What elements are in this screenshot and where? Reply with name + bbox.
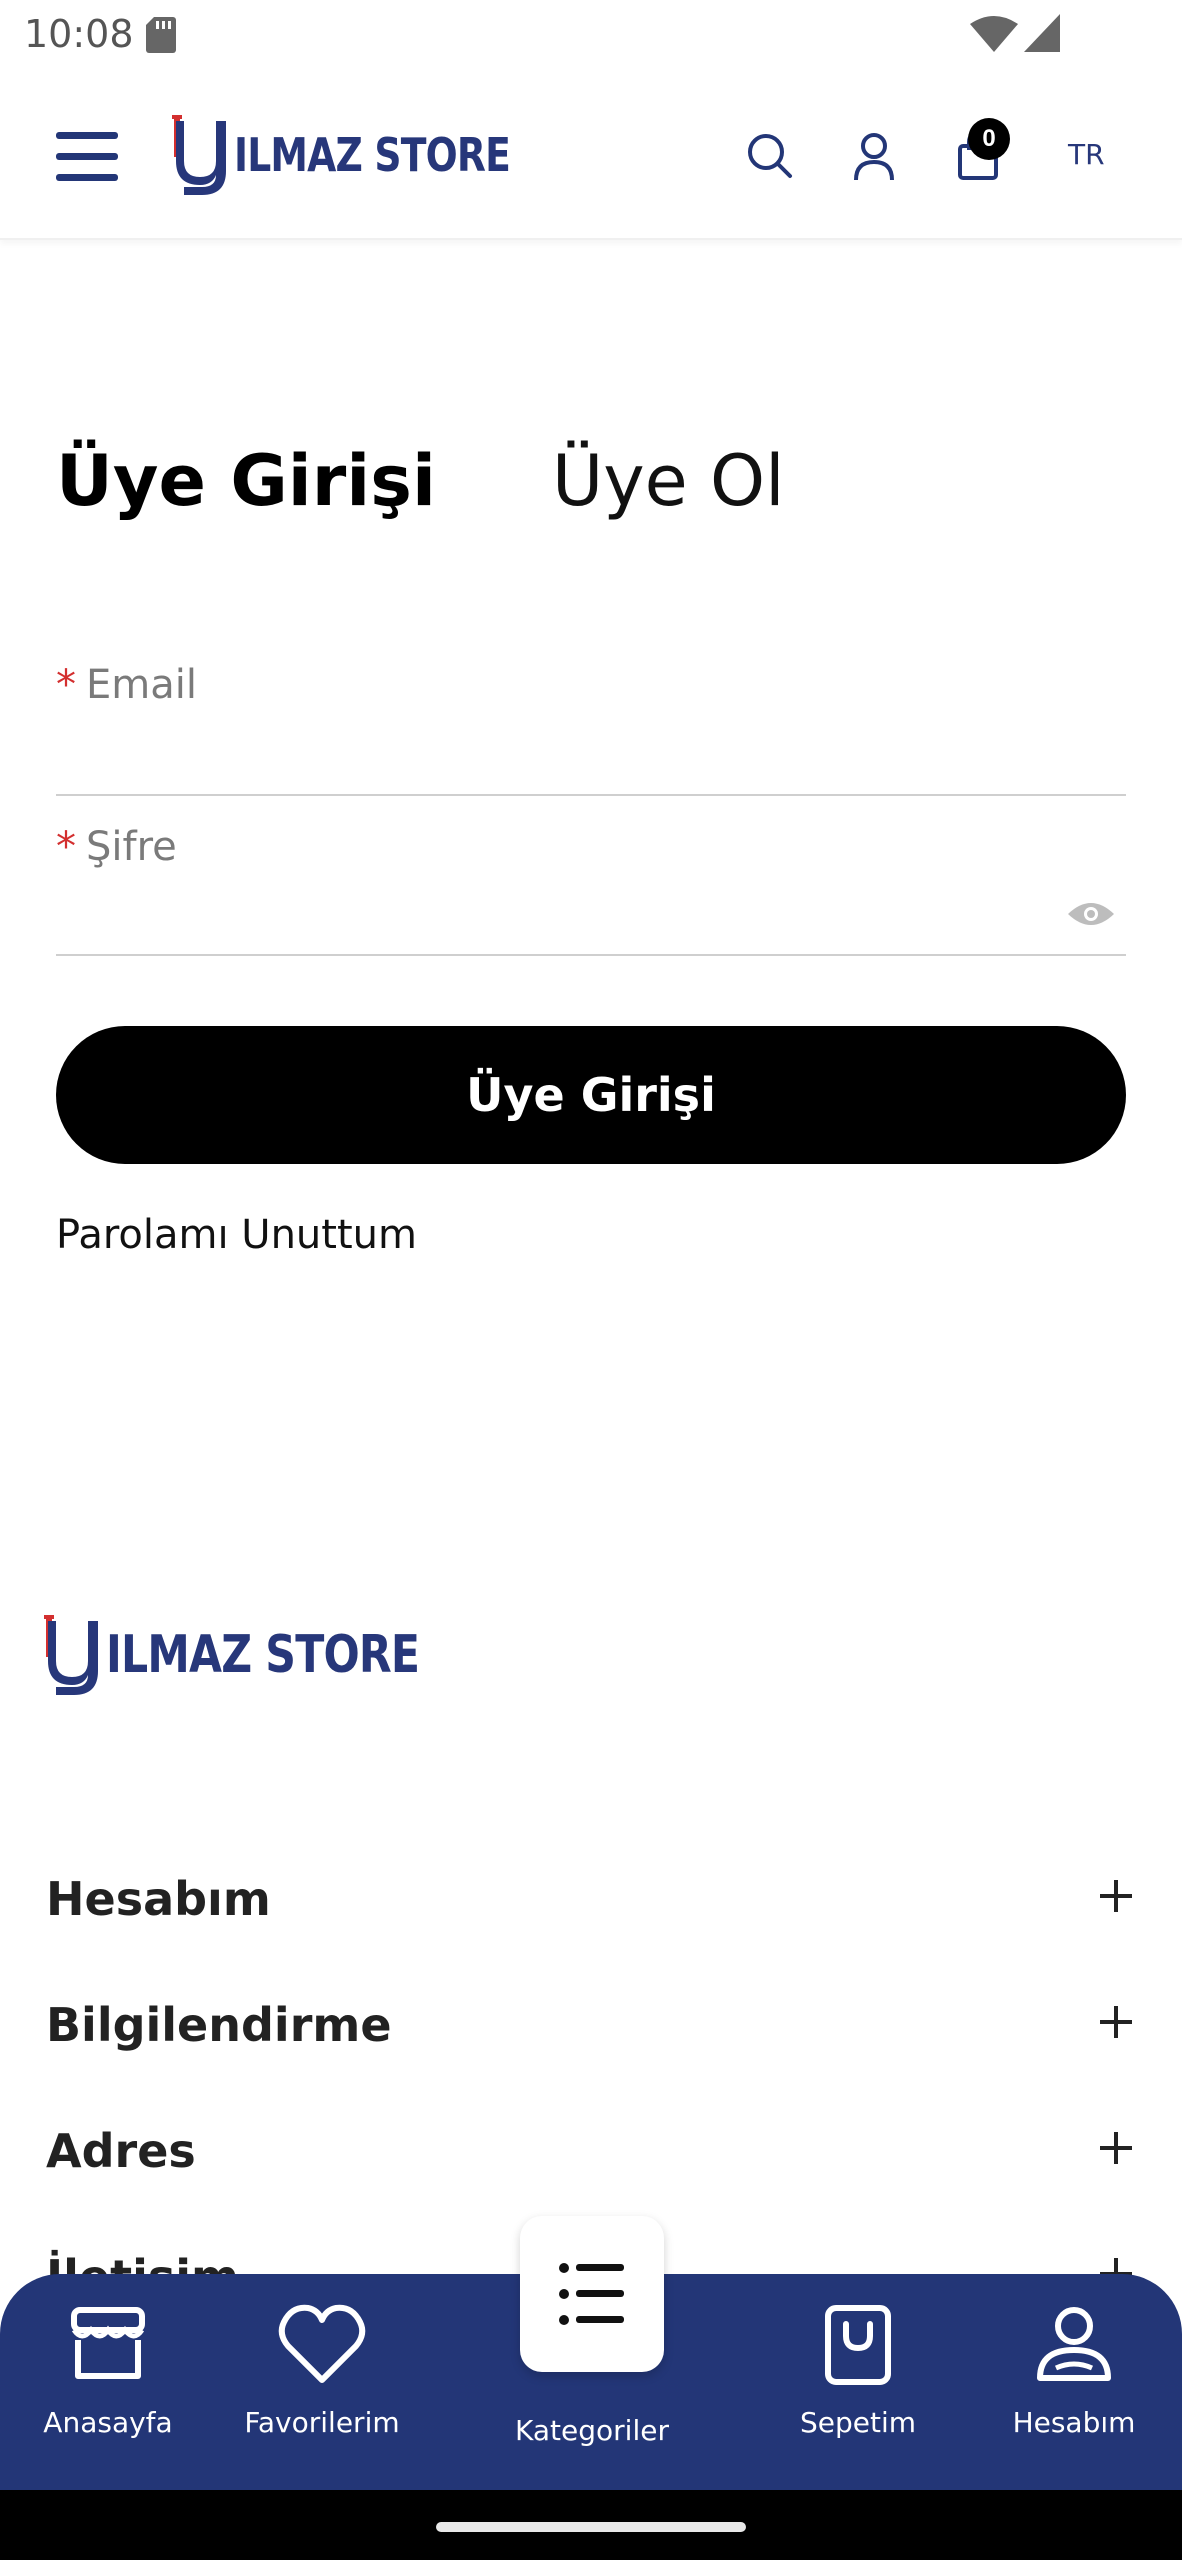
footer-section-address[interactable]: Adres: [46, 2110, 1136, 2200]
logo-mark-icon: [44, 1615, 98, 1695]
required-marker: *: [56, 824, 76, 870]
nav-favorites[interactable]: Favorilerim: [222, 2274, 422, 2490]
email-input[interactable]: [56, 732, 1126, 788]
password-field[interactable]: * Şifre: [56, 812, 1126, 956]
password-input[interactable]: [56, 892, 1126, 948]
footer-section-title: Hesabım: [46, 1872, 271, 1926]
eye-icon[interactable]: [1066, 898, 1116, 930]
required-marker: *: [56, 662, 76, 708]
categories-button-box[interactable]: [520, 2216, 664, 2372]
footer-logo[interactable]: ILMAZ STORE: [44, 1612, 488, 1698]
nav-label: Sepetim: [799, 2406, 917, 2439]
account-icon: [1037, 2307, 1111, 2381]
login-submit-button[interactable]: Üye Girişi: [56, 1026, 1126, 1164]
status-bar: 10:08: [0, 0, 1182, 70]
footer-section-title: Adres: [46, 2124, 196, 2178]
shopping-bag-icon: [825, 2305, 891, 2385]
nav-label: Favorilerim: [244, 2406, 400, 2439]
sd-card-icon: [146, 17, 176, 53]
nav-label: Kategoriler: [515, 2414, 669, 2447]
email-field[interactable]: * Email: [56, 650, 1126, 796]
site-header: ILMAZ STORE 0 TR: [0, 70, 1182, 240]
search-icon[interactable]: [742, 128, 798, 184]
nav-account[interactable]: Hesabım: [974, 2274, 1174, 2490]
nav-cart[interactable]: Sepetim: [758, 2274, 958, 2490]
footer-section-information[interactable]: Bilgilendirme: [46, 1984, 1136, 2074]
email-label: * Email: [56, 662, 197, 708]
menu-icon[interactable]: [56, 130, 118, 184]
heart-icon: [278, 2304, 366, 2383]
logo-text: ILMAZ STORE: [234, 128, 511, 182]
store-icon: [71, 2307, 145, 2379]
password-label-text: Şifre: [86, 824, 177, 870]
cart-count-badge: 0: [968, 118, 1010, 160]
tab-login[interactable]: Üye Girişi: [56, 440, 436, 522]
nav-home[interactable]: Anasayfa: [8, 2274, 208, 2490]
tab-register[interactable]: Üye Ol: [552, 440, 785, 522]
plus-icon: [1100, 2006, 1132, 2038]
plus-icon: [1100, 2132, 1132, 2164]
wifi-icon: [970, 16, 1018, 52]
home-gesture-handle[interactable]: [436, 2522, 746, 2532]
language-selector[interactable]: TR: [1068, 138, 1105, 171]
forgot-password-link[interactable]: Parolamı Unuttum: [56, 1212, 417, 1258]
footer-logo-text: ILMAZ STORE: [106, 1625, 420, 1685]
user-icon[interactable]: [846, 128, 902, 184]
footer-section-title: Bilgilendirme: [46, 1998, 392, 2052]
email-label-text: Email: [86, 662, 197, 708]
password-label: * Şifre: [56, 824, 177, 870]
nav-label: Hesabım: [1012, 2406, 1136, 2439]
list-icon: [559, 2263, 624, 2325]
logo-mark-icon: [172, 115, 226, 195]
plus-icon: [1100, 1880, 1132, 1912]
system-navigation-bar: [0, 2490, 1182, 2560]
footer-section-account[interactable]: Hesabım: [46, 1858, 1136, 1948]
nav-label: Anasayfa: [43, 2406, 173, 2439]
signal-icon: [1024, 14, 1060, 52]
nav-categories[interactable]: Kategoriler: [490, 2216, 690, 2486]
status-time: 10:08: [24, 12, 134, 56]
store-logo[interactable]: ILMAZ STORE: [172, 112, 571, 198]
